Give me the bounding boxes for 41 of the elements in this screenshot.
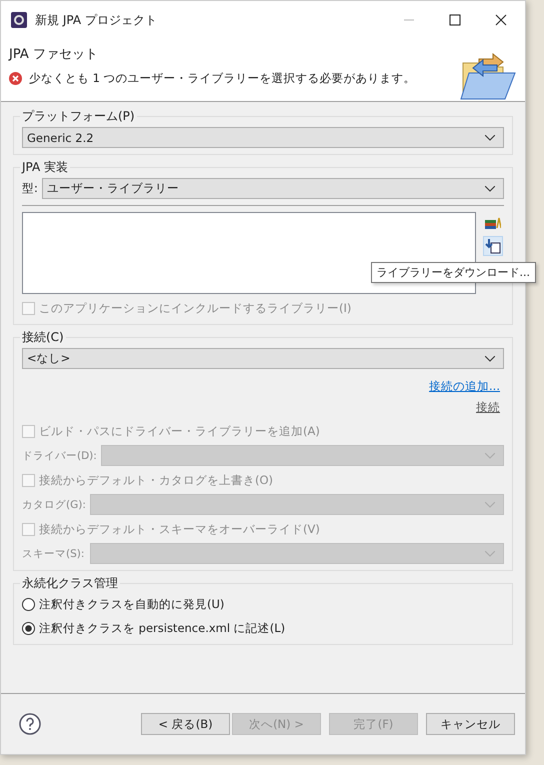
radio-label: 注釈付きクラスを自動的に発見(U) bbox=[39, 596, 224, 612]
close-icon[interactable] bbox=[495, 14, 507, 26]
group-label: JPA 実装 bbox=[20, 159, 70, 176]
download-icon[interactable] bbox=[483, 236, 503, 256]
connection-dropdown[interactable]: <なし> bbox=[22, 348, 504, 369]
field-label: ドライバー(D): bbox=[22, 448, 97, 462]
type-dropdown[interactable]: ユーザー・ライブラリー bbox=[42, 178, 504, 199]
dialog-button[interactable]: キャンセル bbox=[426, 713, 515, 735]
error-message: 少なくとも 1 つのユーザー・ライブラリーを選択する必要があります。 bbox=[29, 71, 416, 86]
caret-icon bbox=[485, 134, 495, 140]
caret-icon bbox=[485, 186, 495, 192]
field-label: 型: bbox=[22, 181, 38, 196]
page-title: JPA ファセット bbox=[9, 46, 99, 63]
add-connection-link[interactable]: 接続の追加... bbox=[429, 379, 500, 394]
caret-icon bbox=[485, 502, 495, 508]
caret-icon bbox=[485, 356, 495, 362]
platform-dropdown[interactable]: Generic 2.2 bbox=[22, 127, 504, 148]
caret-icon bbox=[485, 550, 495, 556]
radio-label: 注釈付きクラスを persistence.xml に記述(L) bbox=[39, 620, 286, 636]
books-icon[interactable] bbox=[485, 216, 501, 230]
checkbox-label: 接続からデフォルト・カタログを上書き(O) bbox=[39, 472, 274, 488]
checkbox-label: 接続からデフォルト・スキーマをオーバーライド(V) bbox=[39, 522, 320, 536]
group-label: プラットフォーム(P) bbox=[21, 108, 136, 125]
maximize-icon[interactable] bbox=[449, 14, 461, 26]
eclipse-logo-icon bbox=[11, 12, 27, 28]
checkbox-label: ビルド・パスにドライバー・ライブラリーを追加(A) bbox=[39, 424, 320, 438]
radio-button[interactable] bbox=[22, 622, 35, 634]
error-icon bbox=[9, 72, 22, 85]
group-label: 接続(C) bbox=[21, 329, 65, 346]
field-label: カタログ(G): bbox=[22, 498, 86, 512]
help-icon[interactable] bbox=[19, 713, 41, 735]
library-list[interactable] bbox=[22, 212, 476, 294]
radio-button[interactable] bbox=[22, 598, 35, 610]
caret-icon bbox=[485, 452, 495, 458]
window-title: 新規 JPA プロジェクト bbox=[35, 12, 157, 28]
tooltip: ライブラリーをダウンロード... bbox=[370, 262, 536, 283]
connect-link[interactable]: 接続 bbox=[476, 400, 500, 415]
dialog-button[interactable]: < 戻る(B) bbox=[141, 713, 230, 735]
field-label: スキーマ(S): bbox=[22, 546, 86, 560]
checkbox-label: このアプリケーションにインクルードするライブラリー(I) bbox=[39, 300, 352, 316]
group-label: 永続化クラス管理 bbox=[21, 575, 119, 592]
